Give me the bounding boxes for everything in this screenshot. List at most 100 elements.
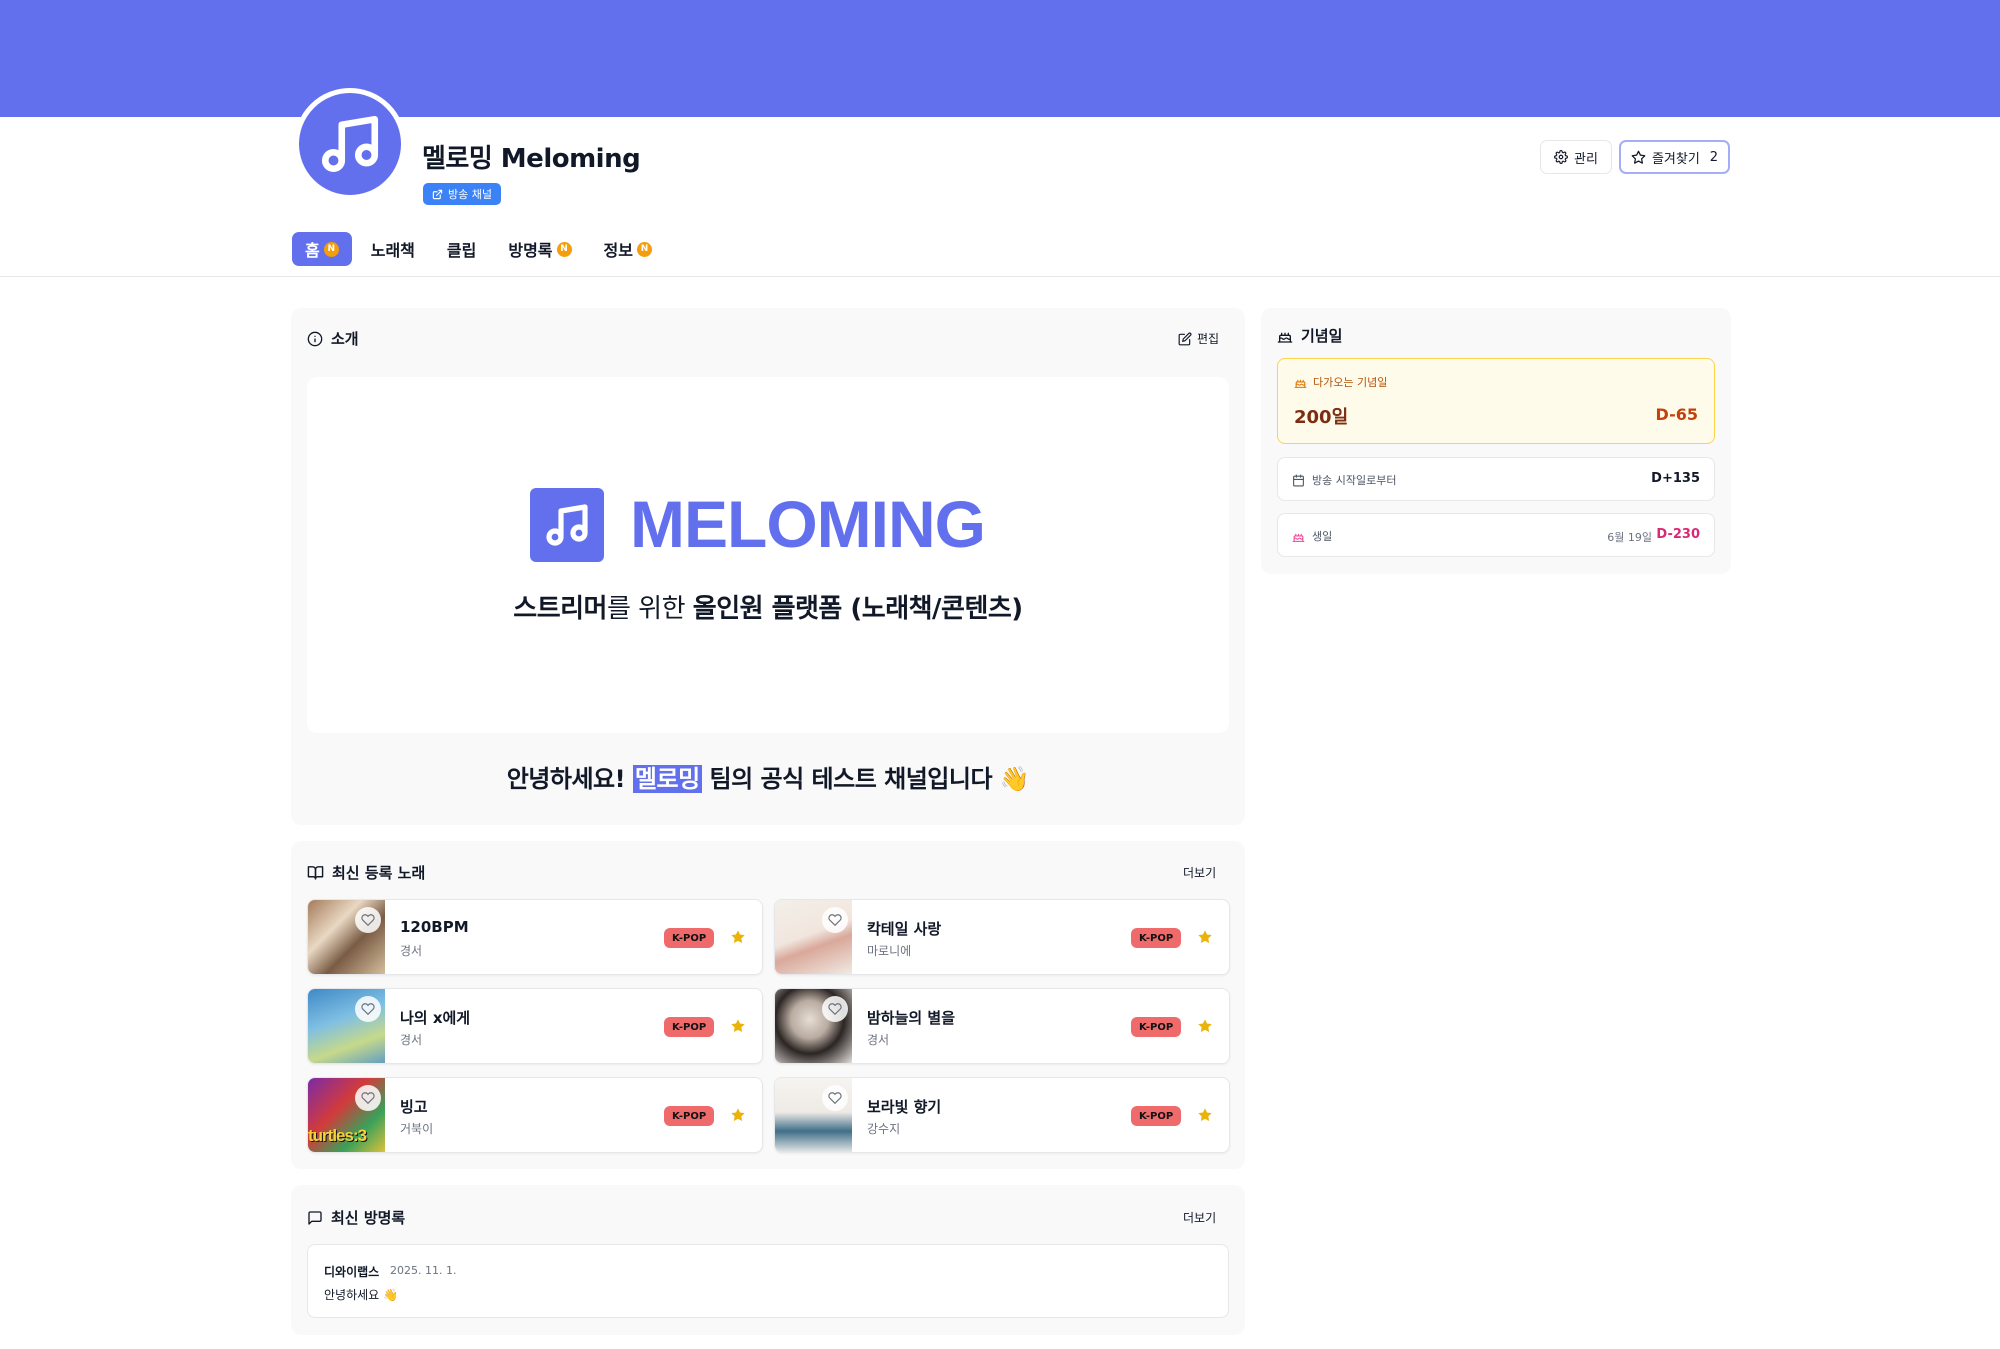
birthday-date: 6월 19일 [1607, 531, 1652, 544]
star-icon[interactable] [1197, 1018, 1213, 1034]
genre-badge: K-POP [664, 1017, 715, 1037]
greeting-post: 팀의 공식 테스트 채널입니다 👋 [701, 765, 1030, 793]
birthday-dday: D-230 [1656, 527, 1700, 542]
broadcast-badge-label: 방송 채널 [448, 188, 492, 201]
intro-tagline: 스트리머를 위한 올인원 플랫폼 (노래책/콘텐츠) [307, 588, 1229, 625]
star-icon[interactable] [1197, 929, 1213, 945]
edit-intro-button[interactable]: 편집 [1178, 330, 1219, 347]
genre-badge: K-POP [1131, 1106, 1182, 1126]
heart-icon[interactable] [822, 996, 848, 1022]
birthday-label: 생일 [1292, 528, 1332, 544]
gear-icon [1554, 150, 1568, 164]
new-badge: N [636, 241, 652, 257]
star-icon[interactable] [730, 1107, 746, 1123]
anniversary-title: 기념일 [1277, 325, 1342, 346]
channel-banner [0, 0, 2000, 117]
star-outline-icon [1631, 150, 1646, 164]
info-icon [307, 331, 323, 346]
song-card[interactable]: 밤하늘의 별을 경서 K-POP [774, 988, 1230, 1064]
birthday-row: 생일 6월 19일 D-230 [1277, 513, 1715, 557]
song-card[interactable]: 120BPM 경서 K-POP [307, 899, 763, 975]
tab-label: 정보 [603, 241, 633, 260]
song-title: 나의 x에게 [400, 1009, 471, 1027]
tab-info[interactable]: 정보 N [591, 232, 665, 266]
greeting-highlight: 멜로밍 [632, 765, 702, 793]
new-badge: N [323, 241, 339, 257]
birthday-text: 생일 [1312, 530, 1333, 543]
channel-tabs: 홈 N 노래책 클립 방명록 N 정보 N [292, 232, 671, 266]
tagline-bold-2: 올인원 플랫폼 (노래책/콘텐츠) [692, 594, 1023, 624]
genre-badge: K-POP [1131, 928, 1182, 948]
heart-icon[interactable] [822, 1085, 848, 1111]
new-badge: N [556, 241, 572, 257]
tab-clips[interactable]: 클립 [434, 232, 489, 266]
broadcast-channel-badge[interactable]: 방송 채널 [423, 183, 501, 205]
channel-name: 멜로밍 Meloming [422, 144, 641, 174]
song-title: 보라빛 향기 [867, 1098, 942, 1116]
tagline-bold-1: 스트리머 [513, 594, 607, 624]
broadcast-start-text: 방송 시작일로부터 [1312, 474, 1397, 487]
favorite-button-label: 즐겨찾기 [1651, 151, 1700, 167]
tab-label: 클립 [446, 241, 477, 260]
song-artist: 경서 [400, 944, 423, 958]
heart-icon[interactable] [355, 996, 381, 1022]
book-open-icon [307, 866, 324, 880]
songs-more-link[interactable]: 더보기 [1183, 864, 1216, 881]
external-link-icon [432, 189, 443, 199]
upcoming-anniversary: 다가오는 기념일 200일 D-65 [1277, 358, 1715, 444]
intro-title: 소개 [307, 328, 359, 349]
heart-icon[interactable] [355, 907, 381, 933]
tab-songbook[interactable]: 노래책 [358, 232, 428, 266]
song-title: 빙고 [400, 1098, 428, 1116]
genre-badge: K-POP [1131, 1017, 1182, 1037]
music-note-icon [321, 115, 379, 173]
calendar-icon [1293, 474, 1304, 486]
music-note-icon [546, 504, 588, 546]
star-icon[interactable] [730, 1018, 746, 1034]
song-card[interactable]: 나의 x에게 경서 K-POP [307, 988, 763, 1064]
tagline-thin: 를 위한 [606, 594, 693, 624]
favorite-count: 2 [1709, 149, 1719, 165]
latest-songs-title: 최신 등록 노래 [307, 862, 425, 883]
genre-badge: K-POP [664, 1106, 715, 1126]
guestbook-title-label: 최신 방명록 [331, 1209, 406, 1227]
anniversary-title-label: 기념일 [1301, 327, 1343, 345]
star-icon[interactable] [730, 929, 746, 945]
upcoming-label: 다가오는 기념일 [1294, 374, 1387, 390]
message-icon [308, 1210, 322, 1225]
intro-title-label: 소개 [331, 330, 359, 348]
intro-greeting: 안녕하세요! 멜로밍 팀의 공식 테스트 채널입니다 👋 [307, 759, 1229, 794]
logo-wordmark: MELOMING [630, 487, 986, 561]
song-card[interactable]: turtles:3 빙고 거북이 K-POP [307, 1077, 763, 1153]
song-card[interactable]: 보라빛 향기 강수지 K-POP [774, 1077, 1230, 1153]
cake-icon [1292, 533, 1305, 542]
upcoming-dday: D-65 [1655, 405, 1698, 424]
broadcast-start-row: 방송 시작일로부터 D+135 [1277, 457, 1715, 501]
song-title: 밤하늘의 별을 [867, 1009, 956, 1027]
guestbook-more-link[interactable]: 더보기 [1183, 1209, 1216, 1226]
star-icon[interactable] [1197, 1107, 1213, 1123]
meloming-logo [530, 488, 604, 562]
manage-button[interactable]: 관리 [1540, 140, 1612, 174]
upcoming-label-text: 다가오는 기념일 [1313, 376, 1388, 389]
song-artist: 마로니에 [867, 944, 912, 958]
song-artist: 경서 [867, 1033, 890, 1047]
latest-songs-title-label: 최신 등록 노래 [332, 864, 426, 882]
heart-icon[interactable] [822, 907, 848, 933]
guestbook-entry[interactable]: 디와이랩스 2025. 11. 1. 안녕하세요 👋 [307, 1244, 1229, 1318]
channel-avatar [294, 88, 406, 200]
genre-badge: K-POP [664, 928, 715, 948]
heart-icon[interactable] [355, 1085, 381, 1111]
upcoming-title: 200일 [1294, 407, 1349, 428]
song-artist: 경서 [400, 1033, 423, 1047]
favorite-button[interactable]: 즐겨찾기 2 [1619, 140, 1730, 174]
tab-guestbook[interactable]: 방명록 N [495, 232, 584, 266]
tab-label: 홈 [305, 241, 320, 260]
song-card[interactable]: 칵테일 사랑 마로니에 K-POP [774, 899, 1230, 975]
album-art-text: turtles:3 [308, 1126, 367, 1145]
guestbook-message: 안녕하세요 👋 [324, 1288, 398, 1302]
cake-icon [1277, 332, 1293, 343]
edit-label: 편집 [1197, 332, 1220, 346]
song-artist: 강수지 [867, 1122, 901, 1136]
tab-home[interactable]: 홈 N [292, 232, 352, 266]
